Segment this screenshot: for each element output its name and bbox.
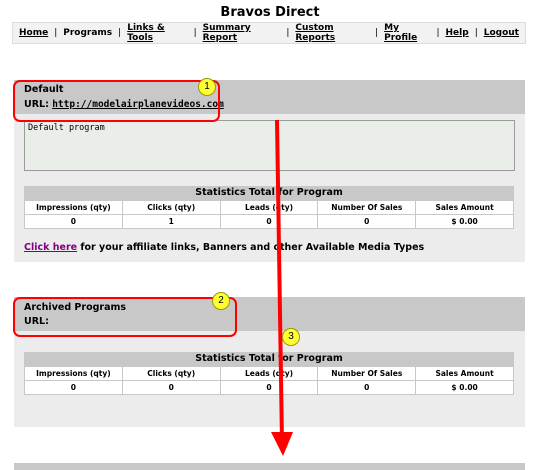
- callout-box-1: [13, 80, 220, 122]
- callout-badge-3: 3: [282, 328, 300, 346]
- callout-badge-1: 1: [198, 78, 216, 96]
- callout-box-2: [13, 297, 237, 337]
- annotation-arrow: [271, 119, 293, 456]
- callout-badge-2: 2: [212, 292, 230, 310]
